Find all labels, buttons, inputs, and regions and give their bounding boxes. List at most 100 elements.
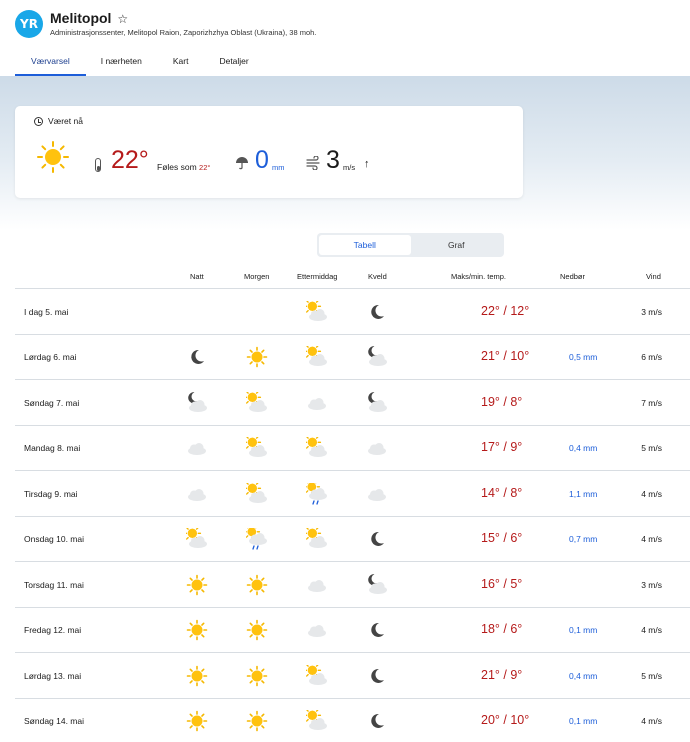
partly-sunny-icon [243, 433, 268, 459]
partly-sunny-icon [303, 524, 328, 550]
sun-icon [37, 141, 69, 178]
wind-unit: m/s [343, 163, 356, 172]
tab-map[interactable]: Kart [173, 53, 189, 76]
row-precipitation: 0,4 mm [569, 670, 598, 681]
yr-logo[interactable]: YR [15, 10, 43, 38]
row-wind: 6 m/s [641, 352, 662, 363]
moon-cloud-icon [366, 573, 388, 596]
forecast-row[interactable]: Torsdag 11. mai 16° / 5° 3 m/s [15, 561, 690, 607]
view-toggle: Tabell Graf [317, 233, 504, 257]
cloud-icon [366, 483, 388, 505]
tab-bar: Værvarsel I nærheten Kart Detaljer [15, 53, 280, 76]
col-precipitation: Nedbør [560, 272, 586, 281]
current-temperature: 22° [111, 146, 149, 174]
tab-forecast[interactable]: Værvarsel [15, 53, 86, 76]
row-temperature: 15° / 6° [481, 531, 523, 546]
moon-icon [366, 528, 388, 550]
row-day-label: Tirsdag 9. mai [24, 488, 78, 499]
cloud-icon [306, 574, 328, 596]
row-precipitation: 0,1 mm [569, 625, 598, 636]
current-weather-label: Været nå [48, 116, 83, 126]
moon-icon [366, 710, 388, 732]
partly-sunny-icon [303, 342, 328, 368]
partly-sunny-icon [303, 433, 328, 459]
sun-icon [246, 346, 268, 368]
partly-sunny-icon [183, 524, 208, 550]
graph-view-button[interactable]: Graf [411, 235, 503, 255]
forecast-row[interactable]: Onsdag 10. mai 15° / 6° 0,7 mm 4 m/s [15, 515, 690, 562]
row-precipitation: 0,5 mm [569, 352, 598, 363]
row-temperature: 16° / 5° [481, 576, 523, 591]
moon-cloud-icon [366, 391, 388, 414]
row-day-label: Mandag 8. mai [24, 443, 81, 454]
cloud-icon [306, 392, 328, 414]
row-precipitation: 0,1 mm [569, 716, 598, 727]
cloud-icon [306, 619, 328, 641]
forecast-row[interactable]: Fredag 12. mai 18° / 6° 0,1 mm 4 m/s [15, 606, 690, 653]
sun-rain-icon [243, 523, 268, 550]
clock-icon [34, 116, 43, 126]
umbrella-icon [235, 156, 249, 175]
moon-icon [366, 619, 388, 641]
row-temperature: 21° / 9° [481, 667, 523, 682]
sun-icon [246, 619, 268, 641]
col-temperature: Maks/min. temp. [451, 272, 507, 281]
row-temperature: 22° / 12° [481, 303, 530, 318]
header: YR Melitopol ☆ Administrasjonssenter, Me… [0, 0, 690, 76]
row-temperature: 18° / 6° [481, 622, 523, 637]
feels-like-label: Føles som [157, 162, 197, 172]
row-temperature: 17° / 9° [481, 440, 523, 455]
current-weather-heading: Været nå [34, 116, 83, 126]
col-night: Natt [190, 272, 204, 281]
precipitation-unit: mm [272, 163, 285, 172]
forecast-row[interactable]: I dag 5. mai 22° / 12° 3 m/s [15, 288, 690, 334]
row-day-label: I dag 5. mai [24, 306, 69, 317]
moon-icon [366, 301, 388, 323]
star-icon[interactable]: ☆ [117, 12, 128, 26]
moon-cloud-icon [366, 346, 388, 368]
sun-icon [246, 574, 268, 596]
feels-like: Føles som 22° [157, 162, 210, 172]
col-morning: Morgen [244, 272, 270, 281]
forecast-row[interactable]: Tirsdag 9. mai 14° / 8° 1,1 mm 4 m/s [15, 470, 690, 516]
tab-details[interactable]: Detaljer [219, 53, 248, 76]
row-wind: 4 m/s [641, 534, 662, 545]
forecast-row[interactable]: Søndag 14. mai 20° / 10° 0,1 mm 4 m/s [15, 697, 690, 742]
row-wind: 4 m/s [641, 625, 662, 636]
cloud-icon [186, 437, 208, 459]
row-temperature: 21° / 10° [481, 349, 530, 364]
wind-direction-icon: ↑ [364, 158, 370, 170]
wind-icon [306, 155, 322, 175]
row-wind: 4 m/s [641, 716, 662, 727]
current-weather-card: Været nå 22° Føles som 22° 0 mm 3 m/s ↑ [15, 106, 523, 198]
sun-icon [246, 665, 268, 687]
cloud-icon [186, 483, 208, 505]
row-precipitation: 0,4 mm [569, 443, 598, 454]
forecast-row[interactable]: Søndag 7. mai 19° / 8° 7 m/s [15, 379, 690, 425]
row-wind: 3 m/s [641, 579, 662, 590]
row-wind: 3 m/s [641, 306, 662, 317]
tab-nearby[interactable]: I nærheten [101, 53, 142, 76]
row-wind: 5 m/s [641, 443, 662, 454]
partly-sunny-icon [243, 479, 268, 505]
row-precipitation: 1,1 mm [569, 488, 598, 499]
thermometer-icon [95, 158, 101, 172]
partly-sunny-icon [303, 661, 328, 687]
row-day-label: Torsdag 11. mai [24, 579, 84, 590]
sun-icon [186, 619, 208, 641]
row-day-label: Onsdag 10. mai [24, 534, 85, 545]
forecast-row[interactable]: Lørdag 6. mai 21° / 10° 0,5 mm 6 m/s [15, 333, 690, 380]
current-wind: 3 [326, 146, 340, 174]
partly-sunny-icon [303, 297, 328, 323]
sun-icon [246, 710, 268, 732]
forecast-row[interactable]: Mandag 8. mai 17° / 9° 0,4 mm 5 m/s [15, 424, 690, 471]
col-wind: Vind [646, 272, 661, 281]
sun-icon [186, 665, 208, 687]
location-title: Melitopol ☆ [50, 10, 128, 26]
location-subtitle: Administrasjonssenter, Melitopol Raion, … [50, 28, 317, 37]
forecast-row[interactable]: Lørdag 13. mai 21° / 9° 0,4 mm 5 m/s [15, 652, 690, 698]
row-wind: 4 m/s [641, 488, 662, 499]
table-view-button[interactable]: Tabell [319, 235, 411, 255]
row-day-label: Søndag 7. mai [24, 397, 80, 408]
row-day-label: Søndag 14. mai [24, 716, 85, 727]
